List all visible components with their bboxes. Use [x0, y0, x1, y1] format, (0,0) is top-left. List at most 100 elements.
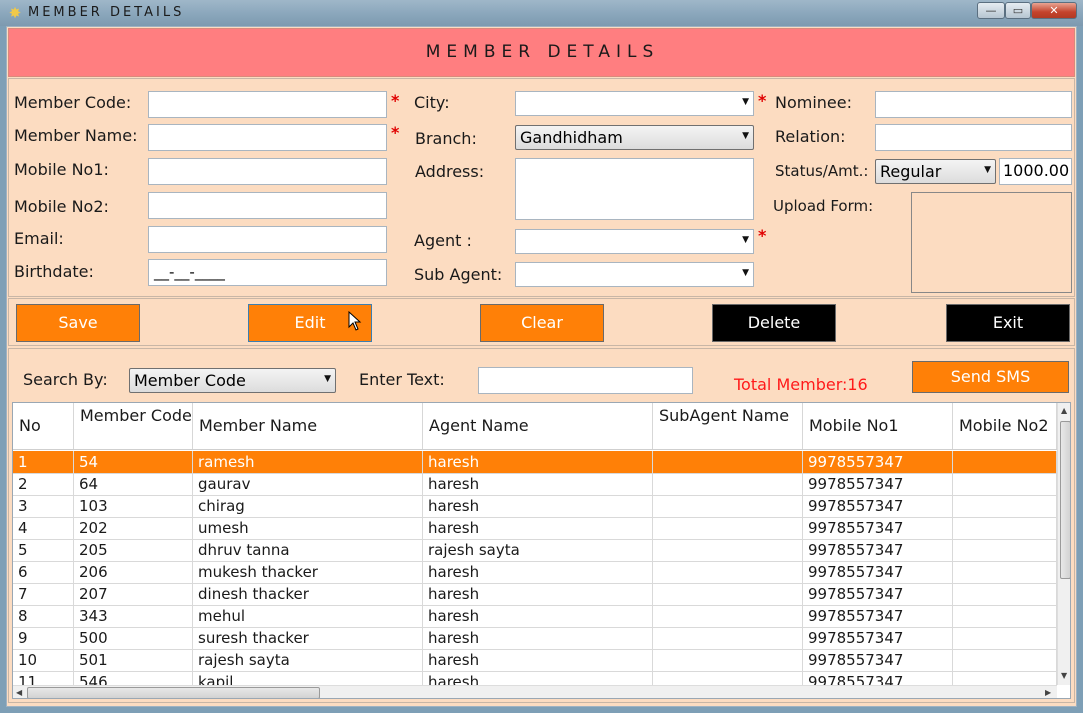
total-member-count: Total Member:16 [734, 375, 868, 394]
column-header[interactable]: Member Name [193, 403, 423, 449]
table-cell [653, 495, 803, 517]
table-cell [953, 583, 1057, 605]
upload-form-box[interactable] [911, 192, 1072, 293]
mobile2-label: Mobile No2: [14, 197, 109, 216]
table-cell: 207 [74, 583, 193, 605]
table-cell: 9978557347 [803, 473, 953, 495]
table-cell [653, 561, 803, 583]
table-cell: 9978557347 [803, 605, 953, 627]
scroll-left-icon[interactable]: ◀ [16, 688, 22, 697]
horizontal-scroll-thumb[interactable] [27, 687, 320, 698]
member-code-input[interactable] [148, 91, 387, 118]
table-cell: haresh [423, 561, 653, 583]
amount-input[interactable]: 1000.00 [999, 158, 1072, 185]
table-row[interactable]: 1 54 ramesh haresh 9978557347 [13, 451, 1057, 474]
table-cell: 10 [13, 649, 74, 671]
table-cell: haresh [423, 605, 653, 627]
vertical-scrollbar[interactable]: ▲ ▼ [1057, 403, 1070, 685]
table-cell: rajesh sayta [423, 539, 653, 561]
scroll-right-icon[interactable]: ▶ [1045, 688, 1051, 697]
column-header[interactable]: Agent Name [423, 403, 653, 449]
table-cell: 206 [74, 561, 193, 583]
exit-button[interactable]: Exit [946, 304, 1070, 342]
city-select[interactable]: ▼ [515, 91, 754, 116]
chevron-down-icon: ▼ [984, 165, 991, 175]
status-amount-label: Status/Amt.: [775, 162, 869, 180]
mouse-pointer-icon [348, 311, 362, 331]
search-by-label: Search By: [23, 370, 108, 389]
search-by-select[interactable]: Member Code ▼ [129, 368, 336, 393]
table-cell: 64 [74, 473, 193, 495]
mobile1-input[interactable] [148, 158, 387, 185]
column-header[interactable]: Member Code [74, 403, 193, 449]
table-cell: 3 [13, 495, 74, 517]
horizontal-scrollbar[interactable]: ◀ ▶ [13, 685, 1057, 698]
table-cell: gaurav [193, 473, 423, 495]
vertical-scroll-thumb[interactable] [1060, 421, 1070, 579]
relation-input[interactable] [875, 124, 1072, 151]
save-button[interactable]: Save [16, 304, 140, 342]
table-row[interactable]: 8 343 mehul haresh 9978557347 [13, 605, 1057, 628]
close-window-button[interactable]: ✕ [1031, 2, 1077, 19]
column-header[interactable]: SubAgent Name [653, 403, 803, 449]
table-cell [953, 495, 1057, 517]
clear-button[interactable]: Clear [480, 304, 604, 342]
table-row[interactable]: 4 202 umesh haresh 9978557347 [13, 517, 1057, 540]
column-header[interactable]: Mobile No1 [803, 403, 953, 449]
table-cell [653, 451, 803, 473]
member-name-input[interactable] [148, 124, 387, 151]
table-row[interactable]: 2 64 gaurav haresh 9978557347 [13, 473, 1057, 496]
table-cell: haresh [423, 627, 653, 649]
column-header[interactable]: No [13, 403, 74, 449]
delete-button[interactable]: Delete [712, 304, 836, 342]
table-header: No Member Code Member Name Agent Name SubAge… [13, 403, 1057, 450]
table-cell: 4 [13, 517, 74, 539]
table-cell: 9978557347 [803, 583, 953, 605]
table-cell: mukesh thacker [193, 561, 423, 583]
agent-required-mark: * [758, 226, 767, 245]
chevron-down-icon: ▼ [742, 268, 749, 278]
scroll-up-icon[interactable]: ▲ [1061, 406, 1067, 415]
birthdate-input[interactable]: __-__-____ [148, 259, 387, 286]
table-cell: 1 [13, 451, 74, 473]
nominee-input[interactable] [875, 91, 1072, 118]
header-banner: MEMBER DETAILS [8, 28, 1075, 77]
table-cell [953, 451, 1057, 473]
minimize-button[interactable]: — [977, 2, 1005, 19]
table-cell: 54 [74, 451, 193, 473]
subagent-select[interactable]: ▼ [515, 262, 754, 287]
table-cell: haresh [423, 451, 653, 473]
table-cell [653, 539, 803, 561]
table-cell: haresh [423, 583, 653, 605]
mobile2-input[interactable] [148, 192, 387, 219]
table-cell [953, 649, 1057, 671]
table-row[interactable]: 9 500 suresh thacker haresh 9978557347 [13, 627, 1057, 650]
window-title: MEMBER DETAILS [28, 5, 185, 20]
table-row[interactable]: 3 103 chirag haresh 9978557347 [13, 495, 1057, 518]
address-label: Address: [415, 162, 485, 181]
column-header[interactable]: Mobile No2 [953, 403, 1057, 449]
table-cell: 9978557347 [803, 649, 953, 671]
members-table[interactable]: No Member Code Member Name Agent Name SubAge… [12, 402, 1071, 699]
send-sms-button[interactable]: Send SMS [912, 361, 1069, 393]
table-cell: mehul [193, 605, 423, 627]
table-row[interactable]: 10 501 rajesh sayta haresh 9978557347 [13, 649, 1057, 672]
table-cell: haresh [423, 473, 653, 495]
table-cell: 7 [13, 583, 74, 605]
email-input[interactable] [148, 226, 387, 253]
birthdate-label: Birthdate: [14, 262, 94, 281]
agent-select[interactable]: ▼ [515, 229, 754, 254]
branch-select[interactable]: Gandhidham ▼ [515, 125, 754, 150]
table-cell: 9978557347 [803, 627, 953, 649]
address-textarea[interactable] [515, 158, 754, 220]
table-cell: haresh [423, 649, 653, 671]
table-row[interactable]: 7 207 dinesh thacker haresh 9978557347 [13, 583, 1057, 606]
maximize-button[interactable]: ▭ [1005, 2, 1031, 19]
search-text-input[interactable] [478, 367, 693, 394]
table-row[interactable]: 5 205 dhruv tanna rajesh sayta 9978557347 [13, 539, 1057, 562]
chevron-down-icon: ▼ [324, 374, 331, 384]
status-select[interactable]: Regular ▼ [875, 159, 996, 184]
scroll-down-icon[interactable]: ▼ [1061, 671, 1067, 680]
table-row[interactable]: 6 206 mukesh thacker haresh 9978557347 [13, 561, 1057, 584]
table-cell: 9978557347 [803, 539, 953, 561]
